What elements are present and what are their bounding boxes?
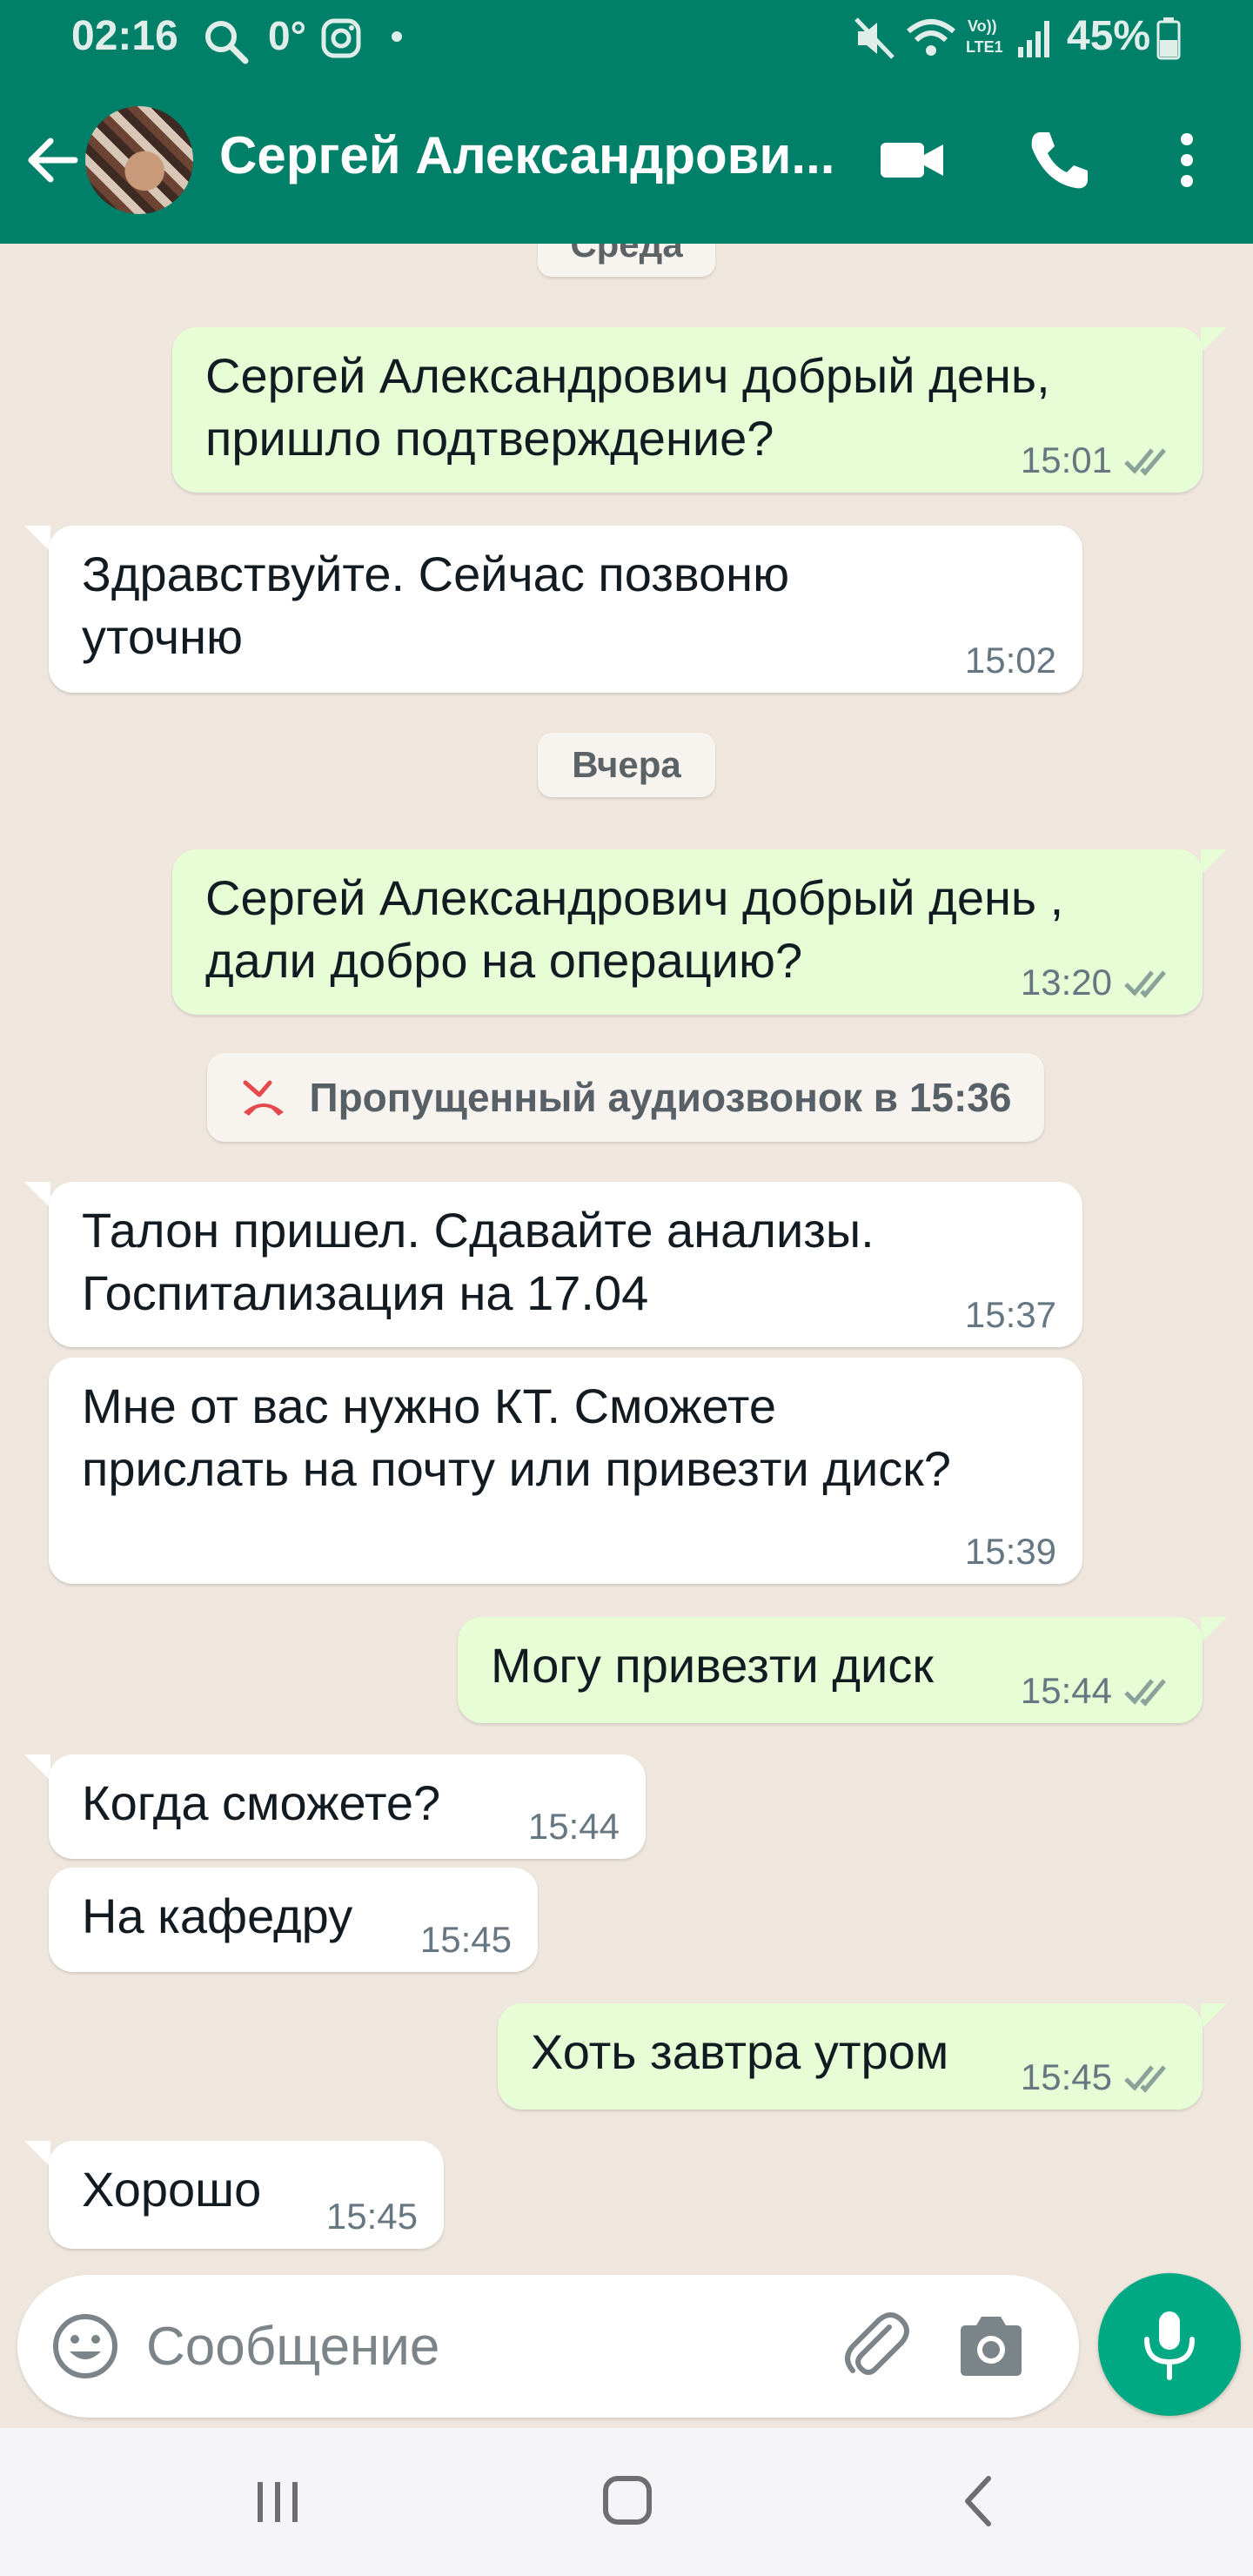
bubble-tail [24, 1754, 50, 1781]
wifi-icon [907, 19, 955, 56]
read-ticks-icon [1124, 970, 1166, 998]
instagram-icon [321, 18, 361, 58]
message-text: Хорошо [82, 2162, 262, 2217]
voice-call-icon[interactable] [1020, 122, 1096, 198]
message-text: Мне от вас нужно КТ. Сможете прислать на… [82, 1379, 951, 1496]
message-meta: 15:01 [1021, 439, 1176, 482]
attach-icon[interactable] [835, 2306, 915, 2386]
system-nav-bar [0, 2428, 1253, 2576]
message-time: 15:45 [419, 1919, 512, 1960]
read-ticks-icon [1124, 2065, 1166, 2093]
read-ticks-icon [1124, 1679, 1166, 1707]
signal-icon [1018, 21, 1049, 57]
emoji-icon[interactable] [49, 2310, 122, 2383]
message-text: Сергей Александрович добрый день , дали … [205, 870, 1064, 988]
battery-percent: 45% [1067, 13, 1151, 59]
date-chip: Среда [538, 244, 715, 277]
message-text: Сергей Александрович добрый день, пришло… [205, 348, 1050, 466]
mute-icon [854, 17, 895, 59]
volte-icon: Vo)) LTE1 [966, 17, 1003, 56]
message-text: Могу привезти диск [491, 1638, 934, 1693]
message-time: 15:01 [1020, 439, 1112, 480]
message-text: Здравствуйте. Сейчас позвоню уточню [82, 547, 790, 664]
date-chip: Вчера [538, 733, 715, 797]
message-time: 15:39 [964, 1531, 1056, 1572]
svg-text:LTE1: LTE1 [966, 38, 1003, 56]
bubble-tail [1201, 327, 1227, 353]
contact-name[interactable]: Сергей Александрови... [219, 125, 846, 185]
message-meta: 15:45 [326, 2195, 418, 2238]
bubble-tail [24, 2141, 50, 2167]
message-text: Талон пришел. Сдавайте анализы. Госпитал… [82, 1203, 874, 1320]
message-time: 15:45 [1020, 2056, 1112, 2097]
message-time: 15:44 [1020, 1670, 1112, 1711]
camera-icon[interactable] [954, 2310, 1029, 2383]
message-meta: 15:45 [420, 1918, 512, 1962]
bubble-tail [1201, 1617, 1227, 1643]
back-arrow-icon[interactable] [21, 129, 84, 191]
message-time: 15:44 [527, 1806, 620, 1847]
chat-header: Сергей Александрови... [0, 77, 1253, 244]
message-out[interactable]: Сергей Александрович добрый день, пришло… [172, 327, 1203, 493]
message-text: Хоть завтра утром [531, 2024, 949, 2079]
message-in[interactable]: Мне от вас нужно КТ. Сможете прислать на… [49, 1358, 1082, 1584]
svg-text:Vo)): Vo)) [968, 17, 997, 35]
message-text: На кафедру [82, 1888, 353, 1943]
message-in[interactable]: Талон пришел. Сдавайте анализы. Госпитал… [49, 1182, 1082, 1347]
contact-avatar[interactable] [85, 106, 193, 214]
dot-icon [392, 31, 402, 42]
status-bar: 02:16 0° Vo)) LTE1 45% [0, 0, 1253, 77]
mic-button[interactable] [1098, 2273, 1241, 2416]
message-out[interactable]: Сергей Александрович добрый день , дали … [172, 849, 1203, 1015]
message-text: Когда сможете? [82, 1775, 441, 1830]
message-in[interactable]: Когда сможете? 15:44 [49, 1754, 646, 1859]
bubble-tail [24, 526, 50, 552]
status-temperature: 0° [268, 13, 306, 58]
message-meta: 15:45 [1021, 2056, 1176, 2099]
message-time: 13:20 [1020, 962, 1112, 1003]
home-icon[interactable] [588, 2470, 667, 2536]
message-composer [17, 2275, 1079, 2418]
missed-call-notice[interactable]: Пропущенный аудиозвонок в 15:36 [207, 1053, 1044, 1142]
message-meta: 15:44 [1021, 1669, 1176, 1713]
message-meta: 15:37 [965, 1293, 1056, 1337]
message-meta: 15:39 [965, 1530, 1056, 1573]
bubble-tail [24, 1182, 50, 1208]
message-time: 15:02 [964, 640, 1056, 681]
missed-call-icon [243, 1080, 284, 1116]
video-call-icon[interactable] [874, 122, 950, 198]
message-in[interactable]: Хорошо 15:45 [49, 2141, 444, 2249]
missed-call-text: Пропущенный аудиозвонок в 15:36 [309, 1075, 1012, 1120]
read-ticks-icon [1124, 448, 1166, 476]
status-time: 02:16 [71, 13, 178, 59]
bubble-tail [1201, 849, 1227, 875]
message-in[interactable]: Здравствуйте. Сейчас позвоню уточню 15:0… [49, 526, 1082, 693]
battery-icon [1156, 17, 1181, 60]
message-input[interactable] [146, 2301, 807, 2392]
message-meta: 15:02 [965, 639, 1056, 682]
mic-icon [1144, 2311, 1195, 2380]
back-icon[interactable] [940, 2470, 1018, 2536]
message-time: 15:45 [325, 2196, 418, 2237]
message-meta: 15:44 [528, 1805, 620, 1848]
message-meta: 13:20 [1021, 961, 1176, 1004]
more-options-icon[interactable] [1149, 122, 1225, 198]
message-time: 15:37 [964, 1294, 1056, 1335]
message-out[interactable]: Могу привезти диск 15:44 [458, 1617, 1203, 1723]
chat-area[interactable]: Среда Сергей Александрович добрый день, … [0, 244, 1253, 2271]
search-icon [205, 21, 249, 64]
recent-apps-icon[interactable] [238, 2470, 317, 2536]
bubble-tail [1201, 2003, 1227, 2029]
message-out[interactable]: Хоть завтра утром 15:45 [498, 2003, 1203, 2110]
message-in[interactable]: На кафедру 15:45 [49, 1868, 538, 1972]
